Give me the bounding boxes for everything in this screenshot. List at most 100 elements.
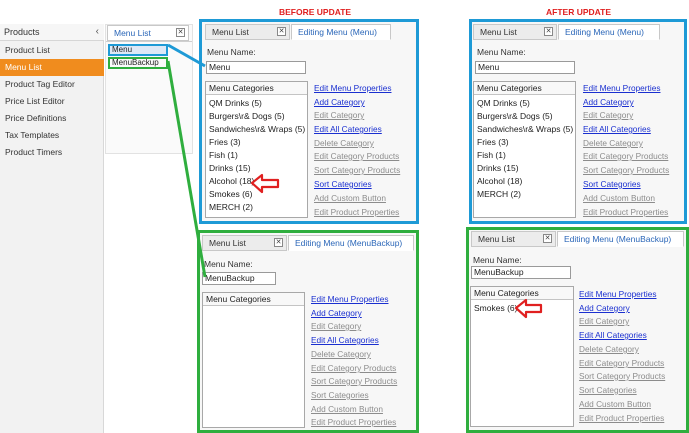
tab-menu-list[interactable]: Menu List ✕ — [107, 25, 189, 41]
edit-menu-properties-link[interactable]: Edit Menu Properties — [314, 83, 391, 93]
category-item[interactable]: MERCH (2) — [209, 201, 253, 213]
edit-all-categories-link[interactable]: Edit All Categories — [311, 335, 379, 345]
delete-category-link[interactable]: Delete Category — [579, 344, 639, 354]
tab-menu-list-label: Menu List — [212, 27, 249, 37]
menu-name-input[interactable]: Menu — [206, 61, 306, 74]
tab-editing-menu[interactable]: Editing Menu (Menu) — [558, 24, 660, 40]
category-item[interactable]: QM Drinks (5) — [477, 97, 530, 109]
edit-product-properties-link[interactable]: Edit Product Properties — [314, 207, 399, 217]
category-item-smokes[interactable]: Smokes (6) — [474, 302, 517, 314]
edit-menu-properties-link[interactable]: Edit Menu Properties — [583, 83, 660, 93]
category-item[interactable]: Fish (1) — [477, 149, 506, 161]
category-item[interactable]: Fries (3) — [209, 136, 241, 148]
category-item[interactable]: Fries (3) — [477, 136, 509, 148]
sort-category-products-link[interactable]: Sort Category Products — [314, 165, 400, 175]
category-item-smokes[interactable]: Smokes (6) — [209, 188, 252, 200]
category-item[interactable]: Alcohol (18) — [209, 175, 254, 187]
edit-category-link[interactable]: Edit Category — [314, 110, 364, 120]
tab-editing-menu[interactable]: Editing Menu (Menu) — [291, 24, 391, 40]
menu-categories-list[interactable]: Menu Categories Smokes (6) — [470, 286, 574, 427]
menu-categories-list[interactable]: Menu Categories — [202, 292, 305, 428]
edit-category-products-link[interactable]: Edit Category Products — [579, 358, 664, 368]
tab-menu-list-label: Menu List — [114, 28, 151, 38]
nav-item-product-list[interactable]: Product List — [0, 42, 104, 59]
nav-item-price-list-editor[interactable]: Price List Editor — [0, 93, 104, 110]
add-custom-button-link[interactable]: Add Custom Button — [311, 404, 383, 414]
category-item[interactable]: MERCH (2) — [477, 188, 521, 200]
nav-item-product-tag-editor[interactable]: Product Tag Editor — [0, 76, 104, 93]
category-item[interactable]: Sandwiches\r& Wraps (5) — [209, 123, 305, 135]
menu-categories-list[interactable]: Menu Categories QM Drinks (5) Burgers\r&… — [205, 81, 308, 218]
edit-all-categories-link[interactable]: Edit All Categories — [583, 124, 651, 134]
close-icon[interactable]: ✕ — [274, 238, 283, 247]
tab-menu-list[interactable]: Menu List ✕ — [202, 235, 287, 251]
sort-category-products-link[interactable]: Sort Category Products — [579, 371, 665, 381]
menu-name-input[interactable]: MenuBackup — [471, 266, 571, 279]
menu-name-label: Menu Name: — [207, 47, 256, 57]
edit-all-categories-link[interactable]: Edit All Categories — [579, 330, 647, 340]
tab-menu-list[interactable]: Menu List ✕ — [471, 231, 556, 247]
menu-categories-list[interactable]: Menu Categories QM Drinks (5) Burgers\r&… — [473, 81, 576, 218]
sort-category-products-link[interactable]: Sort Category Products — [311, 376, 397, 386]
sort-categories-link[interactable]: Sort Categories — [583, 179, 641, 189]
products-header: Products ‹ — [0, 24, 104, 41]
delete-category-link[interactable]: Delete Category — [583, 138, 643, 148]
sort-categories-link[interactable]: Sort Categories — [579, 385, 637, 395]
nav-item-tax-templates[interactable]: Tax Templates — [0, 127, 104, 144]
add-custom-button-link[interactable]: Add Custom Button — [583, 193, 655, 203]
edit-product-properties-link[interactable]: Edit Product Properties — [311, 417, 396, 427]
close-icon[interactable]: ✕ — [543, 234, 552, 243]
edit-category-link[interactable]: Edit Category — [583, 110, 633, 120]
category-item[interactable]: Drinks (15) — [477, 162, 519, 174]
category-item[interactable]: Burgers\r& Dogs (5) — [209, 110, 285, 122]
products-title: Products — [4, 27, 40, 37]
edit-product-properties-link[interactable]: Edit Product Properties — [583, 207, 668, 217]
nav-item-menu-list[interactable]: Menu List — [0, 59, 104, 76]
edit-category-products-link[interactable]: Edit Category Products — [583, 151, 668, 161]
tab-editing-menubackup[interactable]: Editing Menu (MenuBackup) — [288, 235, 414, 251]
close-icon[interactable]: ✕ — [176, 28, 185, 37]
category-item[interactable]: Burgers\r& Dogs (5) — [477, 110, 553, 122]
add-category-link[interactable]: Add Category — [583, 97, 634, 107]
sort-category-products-link[interactable]: Sort Category Products — [583, 165, 669, 175]
delete-category-link[interactable]: Delete Category — [314, 138, 374, 148]
sort-categories-link[interactable]: Sort Categories — [311, 390, 369, 400]
edit-category-products-link[interactable]: Edit Category Products — [311, 363, 396, 373]
category-item[interactable]: QM Drinks (5) — [209, 97, 262, 109]
menu-list-item-menubackup[interactable]: MenuBackup — [108, 57, 168, 69]
category-item[interactable]: Fish (1) — [209, 149, 238, 161]
close-icon[interactable]: ✕ — [544, 27, 553, 36]
tab-editing-menubackup-label: Editing Menu (MenuBackup) — [295, 238, 403, 248]
menu-name-input[interactable]: Menu — [475, 61, 575, 74]
edit-category-link[interactable]: Edit Category — [311, 321, 361, 331]
tab-menu-list[interactable]: Menu List ✕ — [473, 24, 557, 40]
tab-editing-menu-label: Editing Menu (Menu) — [565, 27, 644, 37]
collapse-chevron-icon[interactable]: ‹ — [96, 26, 99, 37]
edit-all-categories-link[interactable]: Edit All Categories — [314, 124, 382, 134]
sort-categories-link[interactable]: Sort Categories — [314, 179, 372, 189]
tab-menu-list[interactable]: Menu List ✕ — [205, 24, 290, 40]
tab-editing-menubackup[interactable]: Editing Menu (MenuBackup) — [557, 231, 684, 247]
edit-category-products-link[interactable]: Edit Category Products — [314, 151, 399, 161]
add-category-link[interactable]: Add Category — [579, 303, 630, 313]
edit-menu-properties-link[interactable]: Edit Menu Properties — [311, 294, 388, 304]
category-item[interactable]: Drinks (15) — [209, 162, 251, 174]
edit-menu-properties-link[interactable]: Edit Menu Properties — [579, 289, 656, 299]
before-update-caption: BEFORE UPDATE — [279, 7, 352, 17]
menu-list-item-menu[interactable]: Menu — [108, 44, 168, 56]
menu-categories-header: Menu Categories — [474, 82, 575, 95]
menu-name-input[interactable]: MenuBackup — [202, 272, 276, 285]
nav-item-product-timers[interactable]: Product Timers — [0, 144, 104, 161]
delete-category-link[interactable]: Delete Category — [311, 349, 371, 359]
add-category-link[interactable]: Add Category — [311, 308, 362, 318]
add-custom-button-link[interactable]: Add Custom Button — [579, 399, 651, 409]
menu-categories-header: Menu Categories — [206, 82, 307, 95]
add-category-link[interactable]: Add Category — [314, 97, 365, 107]
category-item[interactable]: Sandwiches\r& Wraps (5) — [477, 123, 573, 135]
add-custom-button-link[interactable]: Add Custom Button — [314, 193, 386, 203]
edit-product-properties-link[interactable]: Edit Product Properties — [579, 413, 664, 423]
edit-category-link[interactable]: Edit Category — [579, 316, 629, 326]
category-item[interactable]: Alcohol (18) — [477, 175, 522, 187]
close-icon[interactable]: ✕ — [277, 27, 286, 36]
nav-item-price-definitions[interactable]: Price Definitions — [0, 110, 104, 127]
